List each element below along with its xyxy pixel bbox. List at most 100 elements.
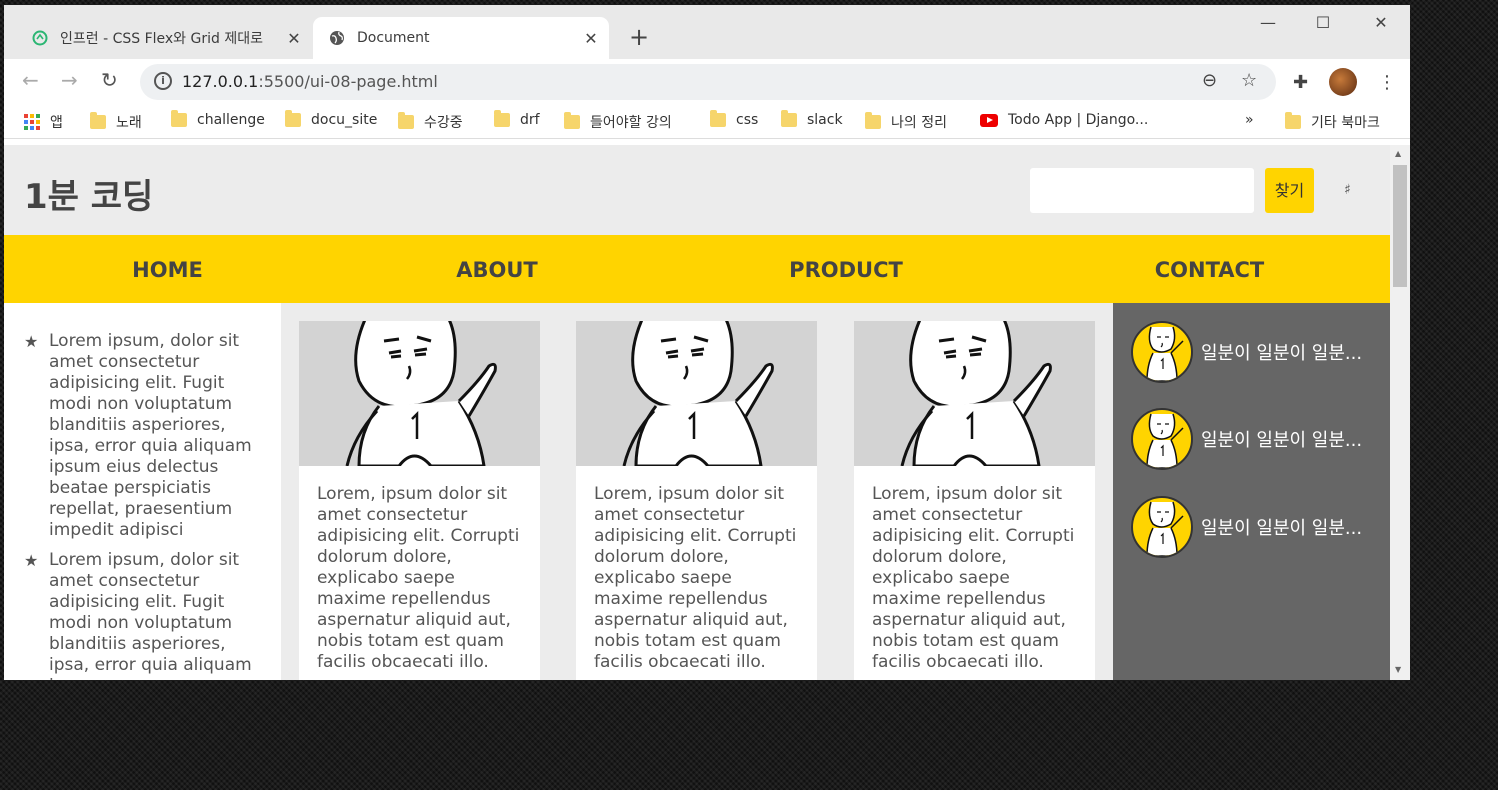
bookmark-folder[interactable]: 나의 정리 (865, 112, 947, 132)
bookmark-folder[interactable]: css (710, 110, 759, 128)
close-window-button[interactable]: ✕ (1358, 13, 1404, 32)
star-icon: ★ (24, 332, 39, 351)
right-list-item[interactable]: 일분이 일분이 일분... (1131, 407, 1381, 471)
bookmark-folder[interactable]: drf (494, 110, 540, 128)
bookmark-other[interactable]: 기타 북마크 (1285, 112, 1380, 132)
bookmark-label: 나의 정리 (891, 115, 947, 131)
bookmark-label: Todo App | Django... (1008, 112, 1149, 128)
forward-arrow-icon[interactable]: → (61, 70, 78, 90)
url-text: 127.0.0.1:5500/ui-08-page.html (182, 72, 438, 91)
minimize-button[interactable]: — (1245, 13, 1291, 32)
url-path: :5500/ui-08-page.html (258, 72, 438, 91)
nav-about[interactable]: ABOUT (331, 235, 663, 303)
bookmark-folder[interactable]: challenge (171, 110, 265, 128)
card-image (576, 321, 817, 466)
tab-close-icon[interactable]: ✕ (581, 29, 601, 48)
search-input[interactable] (1030, 168, 1254, 213)
folder-icon (398, 112, 414, 129)
character-avatar (1131, 496, 1193, 558)
bookmark-label: 기타 북마크 (1311, 115, 1380, 131)
right-list-item[interactable]: 일분이 일분이 일분... (1131, 320, 1381, 384)
browser-toolbar: ← → ↻ i 127.0.0.1:5500/ui-08-page.html ⊖… (4, 59, 1410, 105)
bookmark-folder[interactable]: docu_site (285, 110, 378, 128)
folder-icon (494, 110, 510, 127)
list-item-text: Lorem ipsum, dolor sit amet consectetur … (49, 331, 252, 540)
scrollbar-thumb[interactable] (1393, 165, 1407, 287)
right-list-item[interactable]: 일분이 일분이 일분... (1131, 495, 1381, 559)
nav-product[interactable]: PRODUCT (663, 235, 1029, 303)
character-avatar (1131, 321, 1193, 383)
main-nav: HOME ABOUT PRODUCT CONTACT (4, 235, 1390, 303)
list-item-text: Lorem ipsum, dolor sit amet consectetur … (49, 550, 252, 680)
page-scrollbar[interactable]: ▲ ▼ (1390, 145, 1410, 680)
bookmark-label: 수강중 (424, 115, 463, 131)
folder-icon (564, 112, 580, 129)
list-item: ★ Lorem ipsum, dolor sit amet consectetur… (24, 550, 261, 680)
content-card: Lorem, ipsum dolor sit amet consectetur … (854, 321, 1095, 680)
new-tab-button[interactable]: + (629, 25, 649, 49)
back-arrow-icon[interactable]: ← (22, 70, 39, 90)
tab-document[interactable]: Document ✕ (313, 17, 609, 59)
bookmark-youtube[interactable]: Todo App | Django... (980, 112, 1148, 128)
content-card: Lorem, ipsum dolor sit amet consectetur … (576, 321, 817, 680)
star-bookmark-icon[interactable]: ☆ (1241, 70, 1257, 91)
tab-inflearn[interactable]: 인프런 - CSS Flex와 Grid 제대로 ✕ (16, 17, 312, 59)
reload-icon[interactable]: ↻ (101, 70, 118, 90)
folder-icon (781, 110, 797, 127)
site-header: 1분 코딩 찾기 ♯ (4, 145, 1390, 235)
bookmark-apps[interactable]: 앱 (24, 112, 63, 132)
maximize-button[interactable]: ☐ (1300, 13, 1346, 32)
list-item: ★ Lorem ipsum, dolor sit amet consectetur… (24, 331, 261, 541)
youtube-icon (980, 113, 998, 127)
card-image (299, 321, 540, 466)
menu-kebab-icon[interactable]: ⋮ (1378, 72, 1396, 93)
bookmark-label: 들어야할 강의 (590, 115, 672, 131)
extensions-puzzle-icon[interactable]: ✚ (1293, 72, 1308, 93)
browser-window: 인프런 - CSS Flex와 Grid 제대로 ✕ Document ✕ + … (4, 5, 1410, 680)
tab-close-icon[interactable]: ✕ (284, 29, 304, 48)
apps-grid-icon (24, 114, 40, 130)
inflearn-favicon-icon (32, 30, 48, 46)
address-bar[interactable]: i 127.0.0.1:5500/ui-08-page.html ⊖ ☆ (140, 64, 1276, 100)
bookmark-folder[interactable]: 노래 (90, 112, 142, 132)
globe-icon (330, 31, 344, 45)
profile-avatar[interactable] (1329, 68, 1357, 96)
tab-title: 인프런 - CSS Flex와 Grid 제대로 (60, 31, 263, 47)
bookmark-folder[interactable]: 들어야할 강의 (564, 112, 672, 132)
character-avatar-icon (1146, 326, 1184, 381)
character-illustration-icon (900, 321, 1052, 466)
bookmark-label: docu_site (311, 112, 378, 128)
zoom-out-icon[interactable]: ⊖ (1202, 70, 1217, 91)
character-avatar-icon (1146, 501, 1184, 556)
folder-icon (90, 112, 106, 129)
search-button[interactable]: 찾기 (1265, 168, 1314, 213)
bookmark-folder[interactable]: 수강중 (398, 112, 463, 132)
bookmark-label: css (736, 112, 759, 128)
nav-home[interactable]: HOME (4, 235, 331, 303)
card-image (854, 321, 1095, 466)
menu-toggle-icon[interactable]: ♯ (1344, 182, 1351, 198)
page-viewport: 1분 코딩 찾기 ♯ HOME ABOUT PRODUCT CONTACT ★ L… (4, 145, 1390, 680)
scroll-up-arrow-icon[interactable]: ▲ (1395, 149, 1401, 158)
nav-contact[interactable]: CONTACT (1029, 235, 1390, 303)
content-card: Lorem, ipsum dolor sit amet consectetur … (299, 321, 540, 680)
card-text: Lorem, ipsum dolor sit amet consectetur … (872, 484, 1075, 672)
bookmark-folder[interactable]: slack (781, 110, 843, 128)
scroll-down-arrow-icon[interactable]: ▼ (1395, 665, 1401, 674)
left-list: ★ Lorem ipsum, dolor sit amet consectetur… (4, 303, 281, 680)
bookmarks-overflow-button[interactable]: » (1245, 112, 1254, 128)
bookmarks-bar: 앱 노래 challenge docu_site 수강중 drf 들어야할 강의… (4, 105, 1410, 139)
bookmark-label: slack (807, 112, 843, 128)
site-info-icon[interactable]: i (154, 72, 172, 90)
right-item-label: 일분이 일분이 일분... (1201, 518, 1363, 539)
right-item-label: 일분이 일분이 일분... (1201, 343, 1363, 364)
bookmark-label: 노래 (116, 115, 142, 131)
folder-icon (710, 110, 726, 127)
site-logo[interactable]: 1분 코딩 (24, 169, 153, 218)
folder-icon (285, 110, 301, 127)
tab-title: Document (357, 30, 430, 46)
character-illustration-icon (345, 321, 497, 466)
character-avatar (1131, 408, 1193, 470)
bookmark-label: 앱 (50, 115, 63, 131)
right-item-label: 일분이 일분이 일분... (1201, 430, 1363, 451)
